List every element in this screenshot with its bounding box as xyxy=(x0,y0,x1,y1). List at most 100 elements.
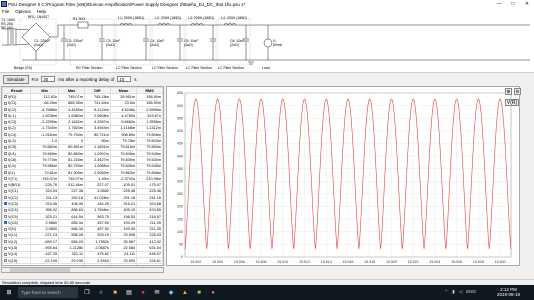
app-icon-3[interactable]: ■ xyxy=(194,288,204,298)
plot-checkbox[interactable] xyxy=(4,158,7,162)
app-icon-2[interactable]: ▲ xyxy=(180,288,190,298)
y-tick-label: 150 xyxy=(177,217,183,221)
y-tick-label: 100 xyxy=(177,230,183,234)
plot-checkbox[interactable] xyxy=(4,233,7,237)
plot-checkbox[interactable] xyxy=(4,259,7,263)
result-name: I(C2) xyxy=(8,107,17,112)
plot-checkbox[interactable] xyxy=(4,120,7,124)
language-indicator[interactable]: ENG xyxy=(466,289,476,295)
graph-tools: ⊕ ⊖ V(R) xyxy=(505,88,533,118)
section-label-3: LC Filter Section xyxy=(152,66,178,70)
plot-checkbox[interactable] xyxy=(4,183,7,187)
result-name: V(C6) xyxy=(8,220,18,225)
plot-checkbox[interactable] xyxy=(4,240,7,244)
windows-taskbar: ⊞ Type here to search ❐ e ■ ▤ ● ✉ ◆ ▲ ■ … xyxy=(0,285,534,300)
results-table: Result Min Max Diff Mean RMS I(R1) -112.6… xyxy=(2,87,163,266)
plot-checkbox[interactable] xyxy=(4,126,7,130)
network-icon[interactable]: ▮ xyxy=(452,289,454,295)
menu-help[interactable]: Help xyxy=(37,9,46,14)
plot-checkbox[interactable] xyxy=(4,208,7,212)
result-name-cell[interactable]: V(R1) xyxy=(2,263,32,266)
result-name: I(L2) xyxy=(8,126,16,131)
result-name: V(C3) xyxy=(8,201,18,206)
result-name: I(L3) xyxy=(8,139,16,144)
seconds-label: s xyxy=(134,76,137,82)
table-cell: 228.88 xyxy=(58,263,85,265)
plot-checkbox[interactable] xyxy=(4,145,7,149)
delay-input[interactable]: 10 xyxy=(117,76,132,82)
result-name: V(C5) xyxy=(8,214,18,219)
plot-checkbox[interactable] xyxy=(4,133,7,137)
plot-checkbox[interactable] xyxy=(4,108,7,112)
schematic-canvas[interactable]: T1: 165V RS 28Ω RP 26Ω BR1: 1N4007 R1 30… xyxy=(0,15,534,73)
y-tick-label: 600 xyxy=(177,104,183,108)
plot-checkbox[interactable] xyxy=(4,221,7,225)
volume-icon[interactable]: ◁ xyxy=(459,289,462,295)
result-name: V(L5) xyxy=(8,258,18,263)
plot-checkbox[interactable] xyxy=(4,164,7,168)
section-label-5: LC Filter Section xyxy=(218,66,244,70)
folder-icon[interactable]: ■ xyxy=(110,288,120,298)
plot-checkbox[interactable] xyxy=(4,101,7,105)
table-cell: -1.2405 xyxy=(30,263,60,265)
app-icon-4[interactable]: ● xyxy=(208,288,218,298)
result-name: V(BR1) xyxy=(8,183,21,188)
table-scrollbar[interactable] xyxy=(1,267,164,273)
label-t1: T1: 165V RS 28Ω RP 26Ω xyxy=(1,18,16,30)
taskbar-clock[interactable]: 2:12 PM 2019-08-19 xyxy=(497,287,520,297)
menu-file[interactable]: File xyxy=(2,9,9,14)
table-row[interactable]: V(R1) -1.2405228.88456.1013.262m154.00 xyxy=(2,263,163,266)
plot-checkbox[interactable] xyxy=(4,95,7,99)
plot-checkbox[interactable] xyxy=(4,177,7,181)
plot-checkbox[interactable] xyxy=(4,189,7,193)
result-name: V(L4) xyxy=(8,252,18,257)
plot-checkbox[interactable] xyxy=(4,227,7,231)
menu-options[interactable]: Options xyxy=(15,9,31,14)
plot-checkbox[interactable] xyxy=(4,114,7,118)
label-c5: C5: 10uF (2uΩ) xyxy=(184,39,199,47)
plot-checkbox[interactable] xyxy=(4,252,7,256)
start-icon[interactable]: ⊞ xyxy=(4,288,14,298)
label-c4: C4: 10uF (2uΩ) xyxy=(150,39,165,47)
system-tray: ⌃ ▮ ◁ ENG xyxy=(445,289,477,295)
app-icon-1[interactable]: ◆ xyxy=(166,288,176,298)
x-tick-label: 15.520 xyxy=(386,260,397,264)
table-cell: 456.10 xyxy=(83,263,111,265)
result-name: I(C6) xyxy=(8,157,17,162)
mail-icon[interactable]: ✉ xyxy=(152,288,162,298)
maximize-button[interactable]: □ xyxy=(506,0,520,8)
label-c1: C1: 220uF (2uΩ) xyxy=(34,39,51,47)
simulate-button[interactable]: Simulate xyxy=(3,74,29,84)
menu-bar: File Options Help xyxy=(0,8,534,15)
result-name: V(C1) xyxy=(8,189,18,194)
trace-label-button[interactable]: V(R) xyxy=(505,99,519,106)
y-tick-label: 0 xyxy=(181,255,183,259)
task-view-icon[interactable]: ❐ xyxy=(82,288,92,298)
chrome-icon[interactable]: ● xyxy=(138,288,148,298)
duration-input[interactable]: 30 xyxy=(41,76,56,82)
result-name: I(L4) xyxy=(8,151,16,156)
chevron-up-icon[interactable]: ⌃ xyxy=(445,289,449,295)
store-icon[interactable]: ▤ xyxy=(124,288,134,298)
scroll-thumb[interactable] xyxy=(10,268,70,272)
x-tick-label: 15.516 xyxy=(343,260,354,264)
plot-checkbox[interactable] xyxy=(4,196,7,200)
y-tick-label: 300 xyxy=(177,180,183,184)
minimize-button[interactable]: — xyxy=(492,0,506,8)
x-tick-label: 15.514 xyxy=(321,260,332,264)
close-button[interactable]: ✕ xyxy=(520,0,534,8)
plot-checkbox[interactable] xyxy=(4,152,7,156)
plot-checkbox[interactable] xyxy=(4,202,7,206)
zoom-in-icon[interactable]: ⊕ xyxy=(505,88,512,95)
zoom-out-icon[interactable]: ⊖ xyxy=(514,88,521,95)
graph-panel[interactable]: 15.502 15.504 15.506 15.508 15.510 15.512 15.5… xyxy=(166,86,520,266)
plot-checkbox[interactable] xyxy=(4,171,7,174)
edge-icon[interactable]: e xyxy=(96,288,106,298)
plot-checkbox[interactable] xyxy=(4,215,7,219)
plot-checkbox[interactable] xyxy=(4,139,7,143)
waveform-plot: 15.502 15.504 15.506 15.508 15.510 15.512 15.5… xyxy=(177,91,512,264)
table-cell: 154.00 xyxy=(136,263,163,265)
taskbar-search[interactable]: Type here to search xyxy=(18,287,78,298)
plot-checkbox[interactable] xyxy=(4,246,7,250)
plot-checkbox[interactable] xyxy=(4,265,7,266)
